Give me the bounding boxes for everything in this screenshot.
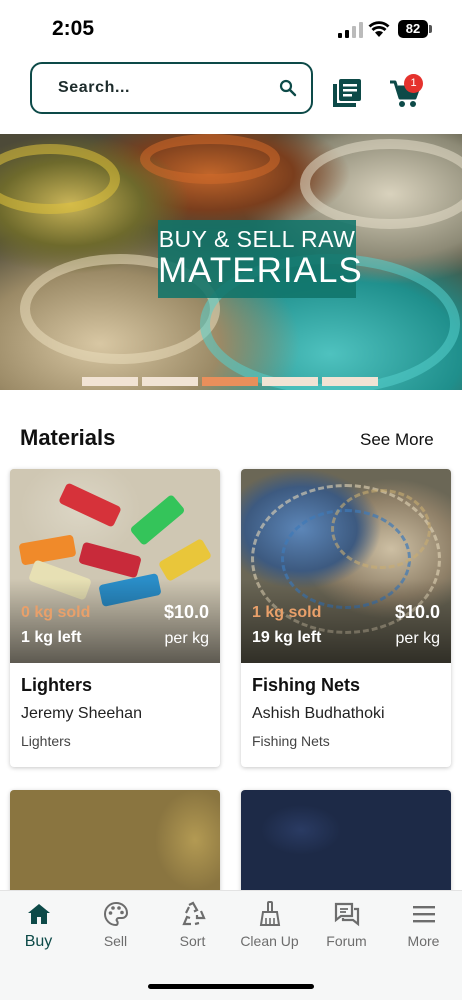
palette-icon <box>103 901 128 927</box>
nav-label: Sort <box>179 933 206 949</box>
stock-left: 19 kg left <box>252 629 322 646</box>
material-card-partial[interactable] <box>10 790 220 900</box>
section-title: Materials <box>20 425 116 450</box>
nav-item-more[interactable]: More <box>385 901 462 949</box>
material-card-lighters[interactable]: 0 kg sold 1 kg left $10.0 per kg Lighter… <box>10 469 220 767</box>
home-indicator[interactable] <box>148 984 314 989</box>
banner-line1: BUY & SELL RAW <box>158 226 356 252</box>
nav-label: Buy <box>24 933 53 950</box>
nav-item-sell[interactable]: Sell <box>77 901 154 949</box>
price-unit: per kg <box>164 630 209 647</box>
nav-item-sort[interactable]: Sort <box>154 901 231 949</box>
nav-label: More <box>407 933 440 949</box>
signal-icon <box>338 22 363 38</box>
forum-icon <box>334 902 359 927</box>
material-card-fishing-nets[interactable]: 1 kg sold 19 kg left $10.0 per kg Fishin… <box>241 469 451 767</box>
price: $10.0 <box>163 602 209 622</box>
battery-tip <box>429 25 432 33</box>
search-placeholder: Search... <box>58 79 131 96</box>
carousel-dot[interactable] <box>322 377 378 386</box>
product-name: Fishing Nets <box>252 675 361 695</box>
status-bar: 2:05 82 <box>0 0 462 58</box>
carousel-dot[interactable] <box>142 377 198 386</box>
broom-icon <box>259 901 280 926</box>
nav-item-forum[interactable]: Forum <box>308 901 385 949</box>
search-input[interactable]: Search... <box>30 62 313 114</box>
cart-badge: 1 <box>404 74 423 93</box>
see-more-link[interactable]: See More <box>360 430 434 450</box>
seller-name: Jeremy Sheehan <box>21 705 142 722</box>
wifi-icon <box>368 21 390 37</box>
product-category: Fishing Nets <box>252 733 330 749</box>
product-image: 1 kg sold 19 kg left $10.0 per kg <box>241 469 451 663</box>
product-name: Lighters <box>21 675 93 695</box>
product-category: Lighters <box>21 733 71 749</box>
stock-left: 1 kg left <box>21 629 82 646</box>
price-unit: per kg <box>395 630 440 647</box>
search-icon[interactable] <box>279 79 297 97</box>
material-card-partial[interactable] <box>241 790 451 900</box>
menu-icon <box>412 906 435 923</box>
rope-decoration <box>300 139 462 229</box>
sold-amount: 0 kg sold <box>21 604 91 621</box>
carousel-indicator[interactable] <box>82 377 378 386</box>
sold-amount: 1 kg sold <box>252 604 322 621</box>
seller-name: Ashish Budhathoki <box>252 705 385 722</box>
battery-icon: 82 <box>398 20 428 38</box>
nav-label: Forum <box>326 933 367 949</box>
carousel-dot[interactable] <box>82 377 138 386</box>
home-icon <box>27 904 50 924</box>
carousel-dot-active[interactable] <box>202 377 258 386</box>
product-image: 0 kg sold 1 kg left $10.0 per kg <box>10 469 220 663</box>
nav-item-cleanup[interactable]: Clean Up <box>231 901 308 949</box>
price: $10.0 <box>394 602 440 622</box>
banner-caption: BUY & SELL RAW MATERIALS <box>158 220 363 298</box>
nav-label: Clean Up <box>240 933 299 949</box>
status-time: 2:05 <box>52 17 95 40</box>
nav-label: Sell <box>103 933 128 949</box>
rope-decoration <box>140 134 280 184</box>
catalog-icon[interactable] <box>332 78 362 108</box>
banner-line2: MATERIALS <box>158 251 363 290</box>
rope-decoration <box>0 144 120 214</box>
carousel-dot[interactable] <box>262 377 318 386</box>
recycle-icon <box>181 901 206 926</box>
nav-item-buy[interactable]: Buy <box>0 901 77 951</box>
